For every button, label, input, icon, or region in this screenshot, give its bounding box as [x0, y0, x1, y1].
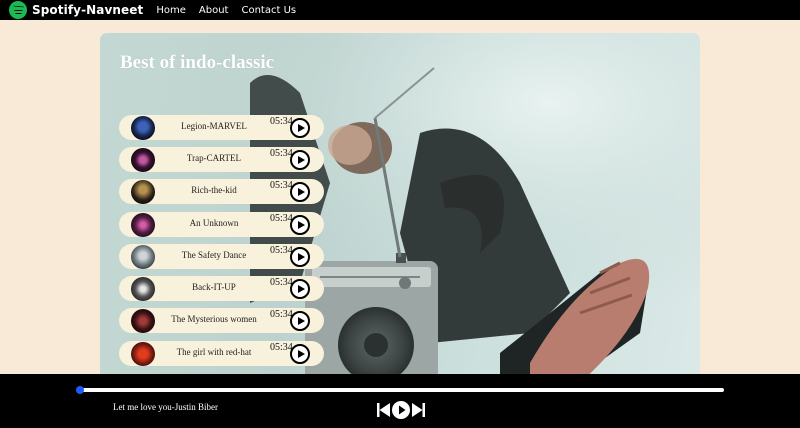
playlist-hero: Best of indo-classic Legion-MARVEL 05:34… — [100, 33, 700, 383]
progress-knob[interactable] — [76, 386, 85, 394]
song-name: The Mysterious women — [171, 314, 257, 324]
song-item[interactable]: Back-IT-UP 05:34 — [119, 276, 324, 301]
brand-name[interactable]: Spotify-Navneet — [32, 3, 143, 17]
spotify-logo-icon — [9, 1, 27, 19]
nav-link-about[interactable]: About — [199, 5, 229, 16]
song-item[interactable]: The Mysterious women 05:34 — [119, 308, 324, 333]
song-name: Back-IT-UP — [192, 282, 236, 292]
play-icon[interactable] — [290, 344, 310, 364]
playlist-title: Best of indo-classic — [120, 52, 275, 73]
album-cover — [131, 342, 155, 366]
album-cover — [131, 277, 155, 301]
play-icon[interactable] — [290, 279, 310, 299]
navbar: Spotify-Navneet Home About Contact Us — [0, 0, 800, 20]
pause-icon[interactable] — [392, 401, 410, 419]
song-item[interactable]: Trap-CARTEL 05:34 — [119, 147, 324, 172]
song-item[interactable]: The Safety Dance 05:34 — [119, 244, 324, 269]
song-name: Rich-the-kid — [191, 185, 237, 195]
song-item[interactable]: Rich-the-kid 05:34 — [119, 179, 324, 204]
song-name: Legion-MARVEL — [181, 121, 247, 131]
song-name: An Unknown — [189, 218, 239, 228]
play-icon[interactable] — [290, 118, 310, 138]
previous-icon[interactable] — [377, 403, 390, 417]
playback-controls — [377, 401, 425, 419]
next-icon[interactable] — [412, 403, 425, 417]
play-icon[interactable] — [290, 247, 310, 267]
now-playing-title: Let me love you-Justin Biber — [113, 402, 218, 412]
album-cover — [131, 309, 155, 333]
song-item[interactable]: The girl with red-hat 05:34 — [119, 341, 324, 366]
play-icon[interactable] — [290, 150, 310, 170]
nav-link-contact[interactable]: Contact Us — [241, 5, 296, 16]
album-cover — [131, 213, 155, 237]
progress-bar[interactable] — [76, 386, 724, 394]
play-icon[interactable] — [290, 311, 310, 331]
album-cover — [131, 116, 155, 140]
album-cover — [131, 245, 155, 269]
song-name: The girl with red-hat — [176, 347, 252, 357]
player-bar: Let me love you-Justin Biber — [0, 374, 800, 428]
brand[interactable]: Spotify-Navneet — [9, 1, 143, 19]
play-icon[interactable] — [290, 182, 310, 202]
album-cover — [131, 180, 155, 204]
song-name: Trap-CARTEL — [186, 153, 242, 163]
song-name: The Safety Dance — [181, 250, 247, 260]
song-item[interactable]: Legion-MARVEL 05:34 — [119, 115, 324, 140]
song-item[interactable]: An Unknown 05:34 — [119, 212, 324, 237]
album-cover — [131, 148, 155, 172]
nav-link-home[interactable]: Home — [156, 5, 186, 16]
play-icon[interactable] — [290, 215, 310, 235]
